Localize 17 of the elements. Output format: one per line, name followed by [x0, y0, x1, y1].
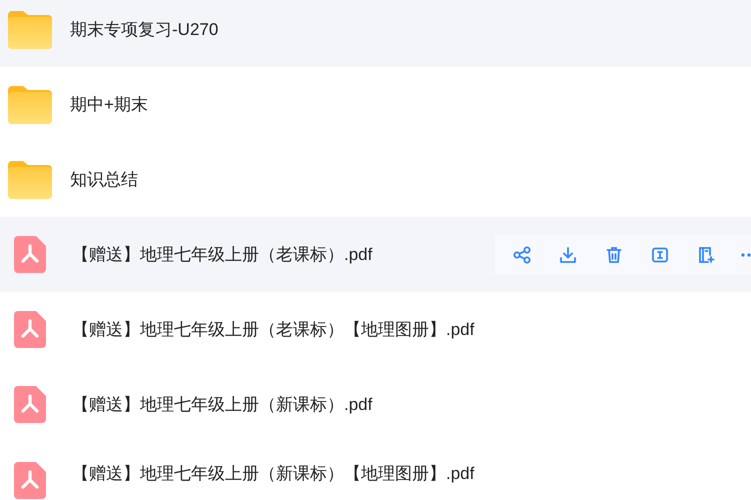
- pdf-icon: [14, 236, 46, 273]
- file-name: 【赠送】地理七年级上册（新课标）【地理图册】.pdf: [72, 463, 474, 485]
- file-name: 【赠送】地理七年级上册（新课标）.pdf: [72, 394, 372, 416]
- file-name: 知识总结: [70, 169, 138, 191]
- file-row[interactable]: 【赠送】地理七年级上册（老课标）.pdf: [0, 217, 751, 292]
- folder-icon: [8, 86, 52, 124]
- file-name: 期中+期末: [70, 94, 148, 116]
- file-name: 【赠送】地理七年级上册（老课标）.pdf: [72, 244, 372, 266]
- pdf-icon: [14, 311, 46, 348]
- folder-icon: [8, 160, 52, 198]
- pdf-icon: [14, 386, 46, 423]
- file-name: 期末专项复习-U270: [70, 19, 218, 41]
- folder-icon: [8, 10, 52, 48]
- share-icon[interactable]: [511, 244, 533, 266]
- file-name: 【赠送】地理七年级上册（老课标）【地理图册】.pdf: [72, 319, 474, 341]
- pdf-icon: [14, 462, 46, 499]
- file-row[interactable]: 期末专项复习-U270: [0, 0, 751, 67]
